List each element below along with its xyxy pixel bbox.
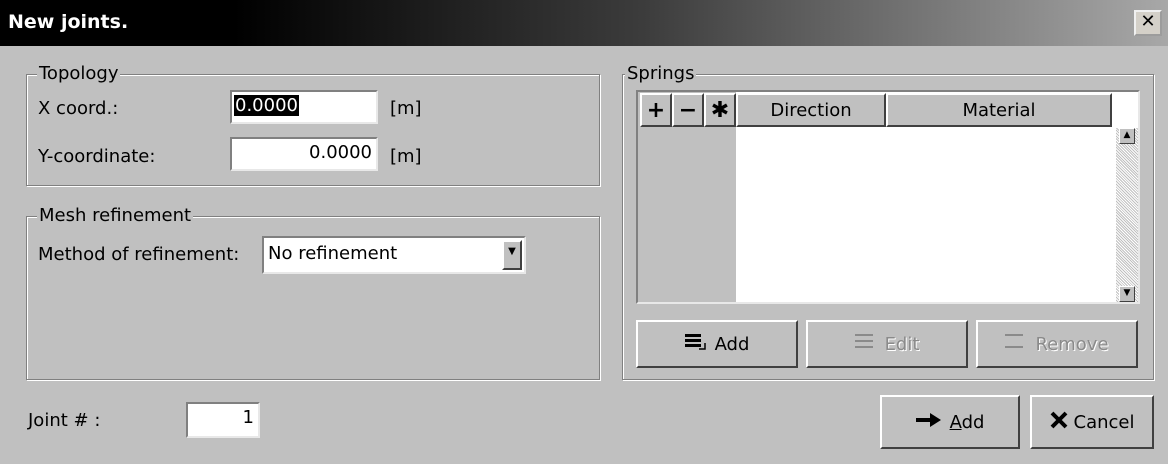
y-coord-value: 0.0000 [309,142,372,163]
list-remove-icon [1005,332,1027,357]
cancel-button-label: Cancel [1073,411,1135,433]
close-icon: ✕ [1140,11,1156,32]
mesh-refinement-legend: Mesh refinement [37,205,194,226]
title-bar[interactable]: New joints. ✕ [0,0,1168,46]
joint-number-input[interactable]: 1 [186,402,260,438]
add-button[interactable]: Add [880,395,1020,449]
list-edit-icon [854,332,877,357]
column-header-material-label: Material [962,99,1036,121]
add-button-label: Add [950,412,985,433]
remove-row-button[interactable]: − [672,93,704,127]
topology-legend: Topology [37,63,121,84]
window-title: New joints. [8,11,129,33]
scroll-up-button[interactable]: ▲ [1119,128,1135,144]
arrow-right-icon [915,412,942,433]
chevron-down-icon: ▼ [508,246,516,257]
chevron-up-icon: ▲ [1123,130,1131,140]
column-header-direction-label: Direction [770,99,852,121]
method-value: No refinement [268,243,398,264]
method-dropdown-button[interactable]: ▼ [502,240,522,270]
springs-remove-label: Remove [1035,333,1109,355]
add-button-label-rest: dd [961,411,985,433]
x-coord-input[interactable]: 0.0000 [230,90,378,124]
springs-edit-label: Edit [884,333,920,355]
springs-edit-button[interactable]: Edit [806,320,968,368]
add-row-button[interactable]: + [640,93,672,127]
cancel-button[interactable]: Cancel [1030,395,1154,449]
x-coord-unit: [m] [390,98,422,119]
column-header-direction[interactable]: Direction [736,93,886,127]
y-coord-unit: [m] [390,146,422,167]
springs-vertical-scrollbar[interactable]: ▲ ▼ [1116,128,1138,302]
y-coord-label: Y-coordinate: [38,146,156,167]
joint-number-label: Joint # : [28,410,101,431]
plus-icon: + [646,97,666,123]
x-cancel-icon [1050,411,1068,434]
new-joints-dialog: New joints. ✕ Topology X coord.: 0.0000 … [0,0,1168,464]
x-coord-value: 0.0000 [234,95,299,116]
scroll-down-button[interactable]: ▼ [1119,286,1135,302]
insert-row-button[interactable]: ✱ [704,93,736,127]
asterisk-icon: ✱ [710,97,730,123]
springs-add-button[interactable]: Add [636,320,798,368]
list-add-icon [684,332,707,357]
add-button-mnemonic: A [949,411,962,433]
joint-number-value: 1 [242,407,254,428]
method-label: Method of refinement: [38,244,240,265]
x-coord-label: X coord.: [38,98,119,119]
chevron-down-icon: ▼ [1123,288,1131,298]
springs-remove-button[interactable]: Remove [976,320,1138,368]
close-button[interactable]: ✕ [1134,10,1162,36]
springs-table: + − ✱ Direction Material ▲ ▼ [636,90,1140,304]
column-header-material[interactable]: Material [886,93,1112,127]
y-coord-input[interactable]: 0.0000 [230,137,378,171]
method-select[interactable]: No refinement ▼ [262,236,526,274]
springs-legend: Springs [625,63,697,84]
minus-icon: − [678,97,698,123]
springs-add-label: Add [714,333,750,355]
